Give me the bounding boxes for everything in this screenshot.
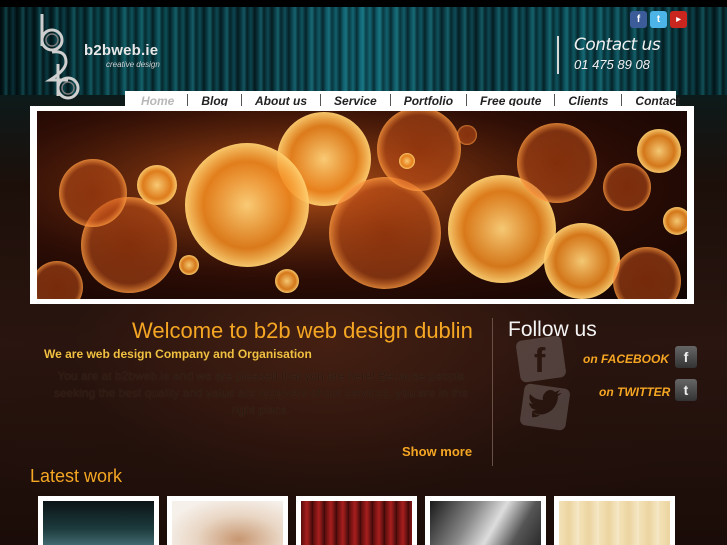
thumbnail-2[interactable]	[167, 496, 288, 545]
thumb-portrait	[172, 501, 283, 545]
thumbnail-3[interactable]	[296, 496, 417, 545]
bokeh-lights-image	[37, 111, 687, 299]
twitter-icon[interactable]: t	[675, 379, 697, 401]
thumbnail-5[interactable]	[554, 496, 675, 545]
banner-frame	[30, 106, 694, 304]
thumb-red-stage	[301, 501, 412, 545]
brand-tagline: creative design	[106, 60, 160, 69]
facebook-icon[interactable]: f	[630, 11, 647, 28]
follow-twitter-link[interactable]: on TWITTER	[599, 385, 670, 399]
svg-text:f: f	[534, 342, 546, 380]
contact-divider	[557, 36, 559, 74]
thumb-cream-texture	[559, 501, 670, 545]
follow-facebook-link[interactable]: on FACEBOOK	[583, 352, 669, 366]
follow-watermark-icons: f	[516, 336, 570, 431]
welcome-title: Welcome to b2b web design dublin	[132, 318, 473, 343]
contact-phone: 01 475 89 08	[574, 57, 650, 72]
show-more-link[interactable]: Show more	[402, 444, 472, 459]
thumb-dark-photo	[43, 501, 154, 545]
top-bar	[0, 0, 727, 7]
brand-name[interactable]: b2bweb.ie	[84, 42, 158, 59]
thumbnail-1[interactable]	[38, 496, 159, 545]
twitter-icon[interactable]: t	[650, 11, 667, 28]
thumbnail-4[interactable]	[425, 496, 546, 545]
content-divider	[492, 318, 493, 466]
facebook-icon[interactable]: f	[675, 346, 697, 368]
youtube-icon[interactable]: ▶	[670, 11, 687, 28]
header-social-icons: f t ▶	[630, 11, 687, 28]
bokeh-banner-image	[37, 111, 687, 299]
latest-work-title: Latest work	[30, 466, 123, 486]
contact-title[interactable]: Contact us	[574, 35, 661, 55]
welcome-subtitle: We are web design Company and Organisati…	[44, 347, 312, 361]
welcome-body: You are at b2bweb.ie and we are pleased …	[53, 369, 469, 417]
thumb-bw-photo	[430, 501, 541, 545]
